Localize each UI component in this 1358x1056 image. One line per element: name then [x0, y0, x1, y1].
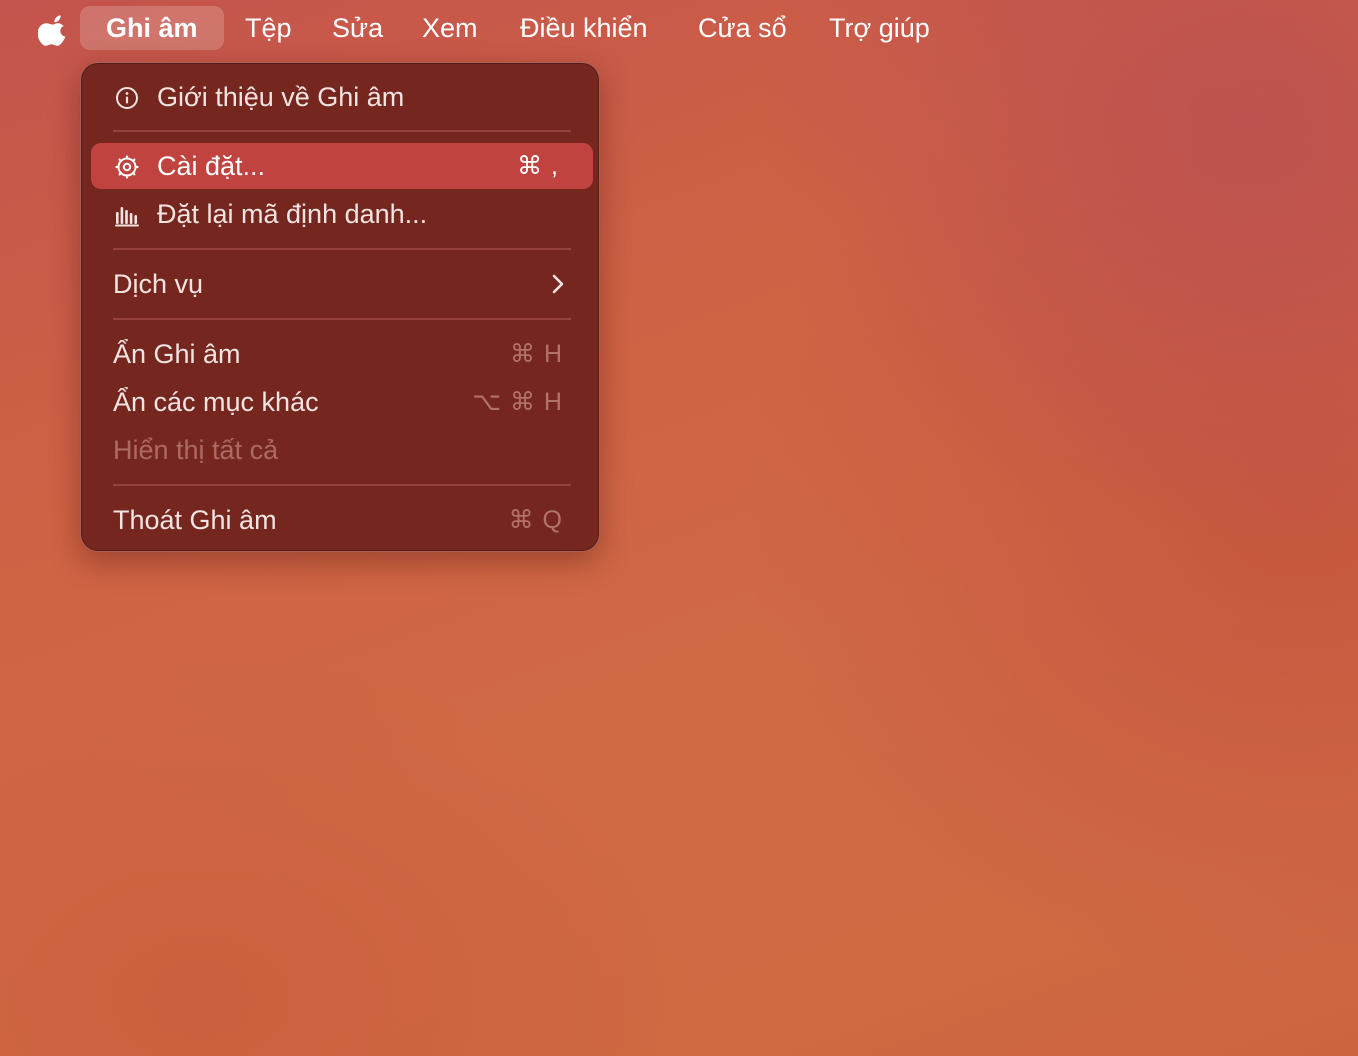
settings-shortcut: ⌘ ,: [517, 152, 559, 180]
separator: [113, 484, 571, 486]
menu-item-hide[interactable]: Ẩn Ghi âm ⌘ H: [91, 331, 593, 377]
app-menu-dropdown: Giới thiệu về Ghi âm Cài đặt... ⌘ , Đặt …: [80, 62, 600, 552]
separator: [113, 318, 571, 320]
separator: [113, 248, 571, 250]
menu-item-hide-others[interactable]: Ẩn các mục khác ⌥ ⌘ H: [91, 379, 593, 425]
menu-bar: Ghi âm Tệp Sửa Xem Điều khiển Cửa sổ Trợ…: [0, 0, 1358, 56]
menu-ghi-am[interactable]: Ghi âm: [80, 6, 224, 50]
menu-item-reset-label: Đặt lại mã định danh...: [157, 198, 428, 229]
menu-item-reset-identifier[interactable]: Đặt lại mã định danh...: [91, 191, 593, 237]
menu-item-services[interactable]: Dịch vụ: [91, 261, 593, 307]
menu-item-quit-label: Thoát Ghi âm: [113, 504, 277, 535]
menu-item-about[interactable]: Giới thiệu về Ghi âm: [91, 74, 593, 120]
info-circle-icon: [116, 87, 138, 109]
gear-icon: [115, 155, 139, 179]
menu-dieu-khien[interactable]: Điều khiển: [520, 6, 648, 50]
menu-item-hide-others-label: Ẩn các mục khác: [113, 386, 319, 417]
menu-item-settings[interactable]: Cài đặt... ⌘ ,: [91, 143, 593, 189]
menu-item-settings-label: Cài đặt...: [157, 150, 266, 181]
apple-logo-icon[interactable]: [38, 12, 70, 46]
menu-item-about-label: Giới thiệu về Ghi âm: [157, 81, 405, 112]
separator: [113, 130, 571, 132]
menu-xem[interactable]: Xem: [422, 6, 478, 50]
menu-cua-so[interactable]: Cửa sổ: [698, 6, 787, 50]
menu-item-services-label: Dịch vụ: [113, 268, 204, 299]
menu-sua[interactable]: Sửa: [332, 6, 383, 50]
quit-shortcut: ⌘ Q: [508, 506, 563, 534]
menu-item-quit[interactable]: Thoát Ghi âm ⌘ Q: [91, 497, 593, 543]
hide-others-shortcut: ⌥ ⌘ H: [472, 388, 563, 416]
menu-tro-giup[interactable]: Trợ giúp: [829, 6, 930, 50]
chevron-right-icon: [552, 274, 564, 294]
menu-tep[interactable]: Tệp: [245, 6, 292, 50]
menu-item-show-all-label: Hiển thị tất cả: [113, 434, 279, 465]
menu-item-show-all: Hiển thị tất cả: [91, 427, 593, 473]
waveform-bars-icon: [115, 207, 139, 227]
menu-item-hide-label: Ẩn Ghi âm: [113, 338, 241, 369]
hide-shortcut: ⌘ H: [510, 340, 563, 368]
